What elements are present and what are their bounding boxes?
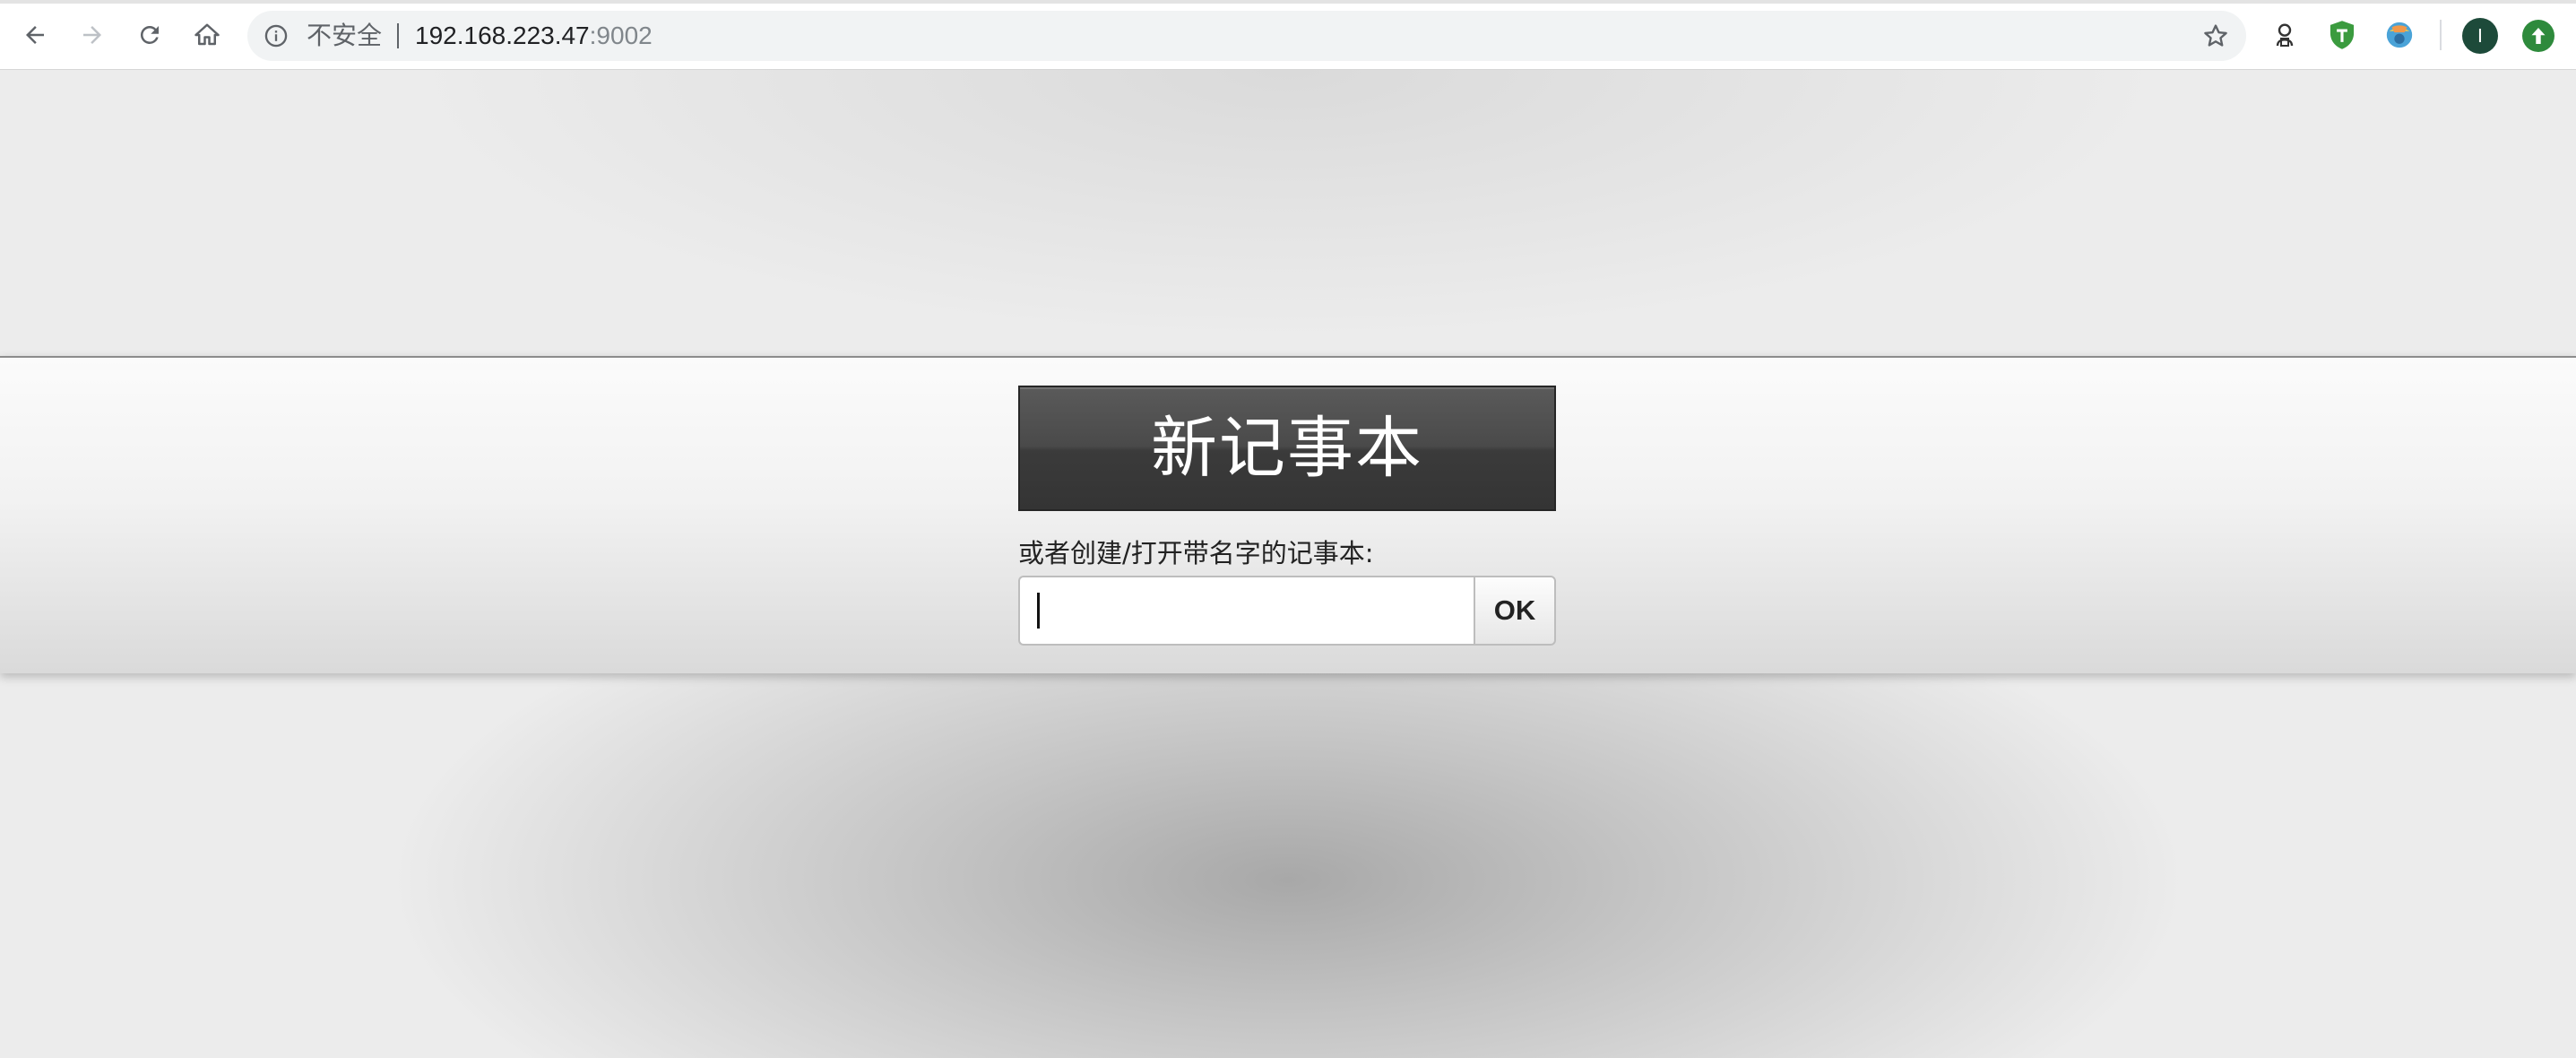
url-port: :9002 bbox=[589, 22, 653, 49]
omnibox-divider bbox=[397, 23, 399, 48]
forward-arrow-icon bbox=[83, 26, 101, 44]
url-text[interactable]: 192.168.223.47:9002 bbox=[415, 21, 653, 51]
back-arrow-icon bbox=[26, 26, 44, 44]
info-icon[interactable] bbox=[264, 23, 289, 48]
note-panel: 新记事本 或者创建/打开带名字的记事本: OK bbox=[0, 356, 2576, 673]
browser-toolbar: 不安全 192.168.223.47:9002 I bbox=[0, 0, 2576, 70]
url-host: 192.168.223.47 bbox=[415, 22, 590, 49]
reload-button[interactable] bbox=[129, 14, 170, 56]
back-button[interactable] bbox=[14, 14, 56, 56]
note-name-input[interactable] bbox=[1018, 576, 1474, 646]
extension-button-1[interactable] bbox=[2268, 18, 2302, 52]
new-note-button[interactable]: 新记事本 bbox=[1018, 386, 1556, 511]
extension-button-3[interactable] bbox=[2382, 18, 2416, 52]
home-icon bbox=[194, 23, 220, 46]
ok-button[interactable]: OK bbox=[1474, 576, 1556, 646]
security-status-label[interactable]: 不安全 bbox=[307, 21, 382, 51]
reload-icon bbox=[140, 25, 159, 44]
extension-outline-icon bbox=[2276, 23, 2294, 47]
extension-globe-icon bbox=[2386, 22, 2413, 48]
toolbar-separator bbox=[2440, 20, 2442, 50]
text-caret bbox=[1037, 593, 1040, 629]
address-bar[interactable]: 不安全 192.168.223.47:9002 bbox=[247, 11, 2246, 61]
page-content: 新记事本 或者创建/打开带名字的记事本: OK bbox=[0, 70, 2576, 1058]
star-icon[interactable] bbox=[2201, 22, 2230, 50]
tampermonkey-shield-icon bbox=[2330, 21, 2355, 49]
named-note-prompt: 或者创建/打开带名字的记事本: bbox=[1018, 538, 1374, 568]
tab-strip-edge bbox=[0, 0, 2576, 4]
extension-button-2[interactable] bbox=[2325, 18, 2359, 52]
update-button[interactable] bbox=[2522, 20, 2554, 52]
profile-avatar[interactable]: I bbox=[2462, 18, 2498, 54]
update-arrow-icon bbox=[2531, 28, 2546, 44]
home-button[interactable] bbox=[186, 14, 228, 56]
forward-button[interactable] bbox=[72, 14, 113, 56]
